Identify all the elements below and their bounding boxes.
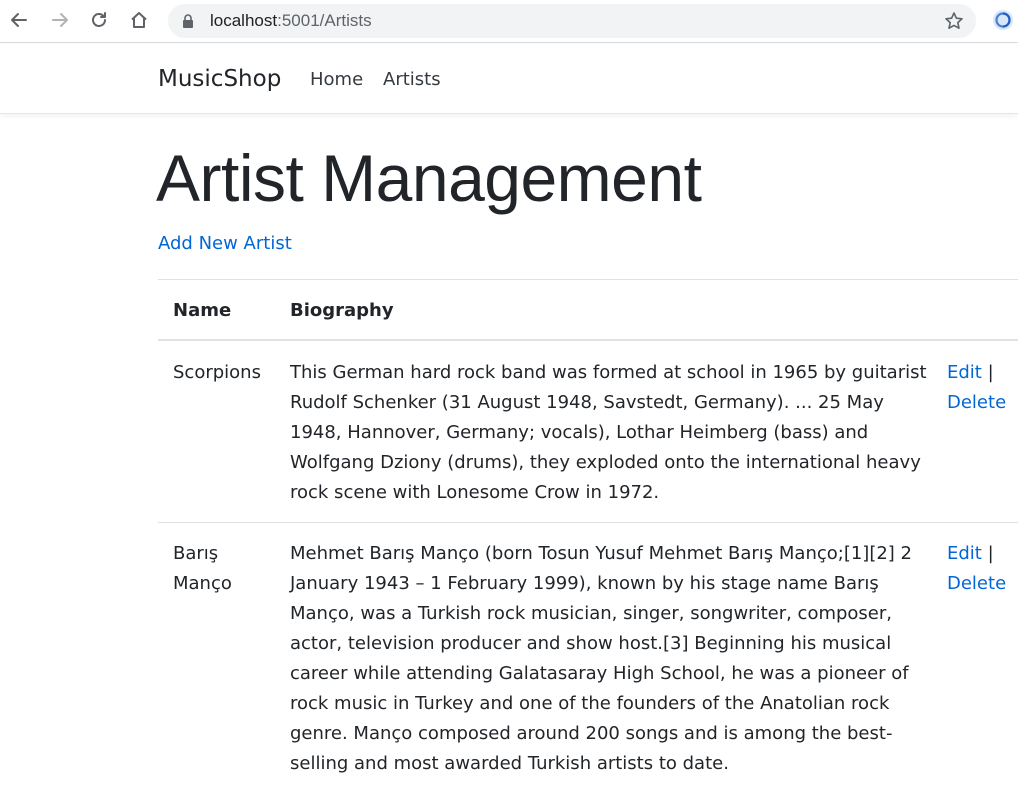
nav-link-home[interactable]: Home [310,69,363,90]
brand-link[interactable]: MusicShop [158,66,281,92]
artist-name-cell: Scorpions [173,362,261,383]
table-header-border [158,339,1018,341]
nav-link-artists[interactable]: Artists [383,69,441,90]
forward-button[interactable] [48,8,72,32]
url-path: :5001/Artists [277,11,372,30]
action-separator: | [981,362,994,383]
forward-arrow-icon [52,13,68,27]
artist-name-cell: Barış Manço [173,543,232,594]
page-title: Artist Management [156,141,702,215]
reload-icon [92,12,106,27]
back-button[interactable] [7,8,31,32]
delete-link[interactable]: Delete [947,392,1006,413]
address-bar[interactable]: localhost:5001/Artists [168,4,976,38]
column-header-biography: Biography [290,300,394,321]
add-new-artist-link[interactable]: Add New Artist [158,233,292,254]
extension-icon[interactable] [992,9,1014,31]
artist-biography-cell: This German hard rock band was formed at… [290,362,927,503]
bookmark-star-icon[interactable] [944,11,964,31]
artist-actions-cell: Edit | Delete [947,358,1018,418]
reload-button[interactable] [87,8,111,32]
artist-biography-cell: Mehmet Barış Manço (born Tosun Yusuf Meh… [290,543,912,774]
table-row-divider [158,522,1018,523]
back-arrow-icon [11,13,27,27]
url-text: localhost:5001/Artists [210,11,372,31]
action-separator: | [981,543,994,564]
edit-link[interactable]: Edit [947,362,982,383]
artist-actions-cell: Edit | Delete [947,539,1018,599]
home-icon [131,12,147,28]
url-host: localhost [210,11,278,30]
column-header-name: Name [173,300,232,321]
delete-link[interactable]: Delete [947,573,1006,594]
site-navbar: MusicShop Home Artists [0,44,1018,114]
home-button[interactable] [127,8,151,32]
edit-link[interactable]: Edit [947,543,982,564]
lock-icon [183,14,193,28]
browser-toolbar: localhost:5001/Artists [0,0,1018,43]
table-top-border [158,279,1018,280]
